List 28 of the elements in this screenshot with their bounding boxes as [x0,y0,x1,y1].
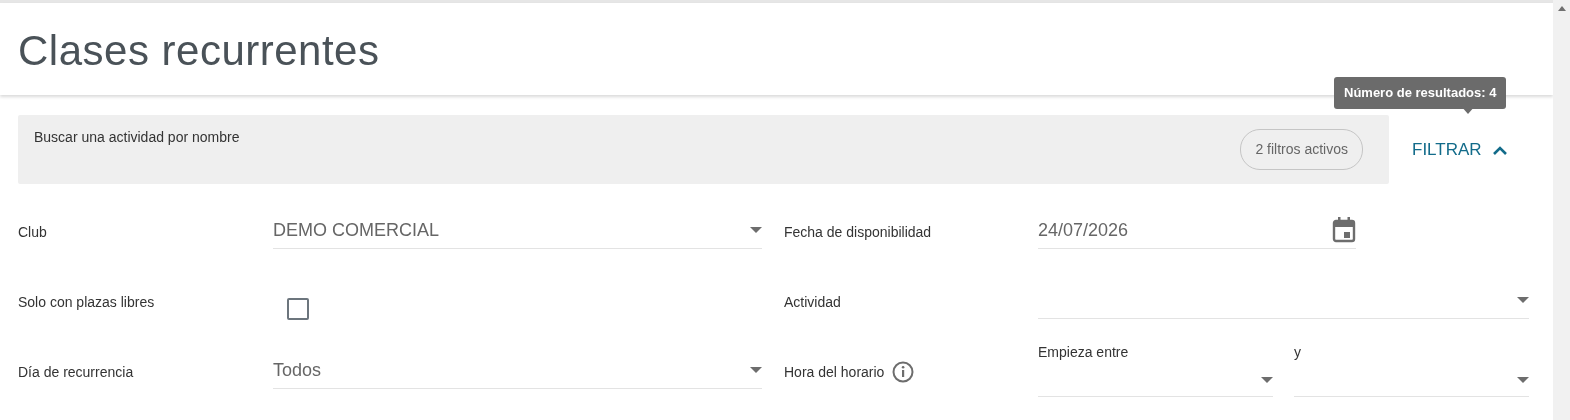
calendar-icon[interactable] [1332,217,1356,243]
dropdown-caret-icon [750,367,762,373]
field-label: Actividad [784,292,841,312]
field-label: Día de recurrencia [18,362,134,382]
field-label: Club [18,222,47,242]
page-title: Clases recurrentes [18,26,381,76]
checkbox[interactable] [287,298,309,320]
chevron-icon [1491,144,1508,155]
scroll-up-icon[interactable] [1557,6,1566,11]
dropdown-caret-icon [1517,377,1529,383]
dropdown-caret-icon [750,227,762,233]
search-field[interactable]: Buscar una actividad por nombre 2 filtros activos [18,115,1389,184]
dropdown-caret-icon [1261,377,1273,383]
select-field[interactable]: Todos [273,334,762,389]
field-label: Empieza entre [1038,343,1130,362]
results-tooltip: Número de resultados: 4 [1334,77,1507,109]
field-label: Fecha de disponibilidad [784,222,932,242]
field-label: y [1294,343,1302,362]
scrollbar[interactable] [1553,0,1570,420]
dropdown-caret-icon [1517,297,1529,303]
field-label: Hora del horario [784,362,885,382]
select-field[interactable]: DEMO COMERCIAL [273,194,762,249]
filter-button[interactable]: FILTRAR [1389,115,1508,184]
tooltip-pointer [1461,106,1475,114]
date-field[interactable]: 24/07/2026 [1038,194,1356,249]
info-icon[interactable] [892,361,915,383]
active-filters-chip[interactable]: 2 filtros activos [1240,129,1363,170]
field-label: Solo con plazas libres [18,292,155,312]
